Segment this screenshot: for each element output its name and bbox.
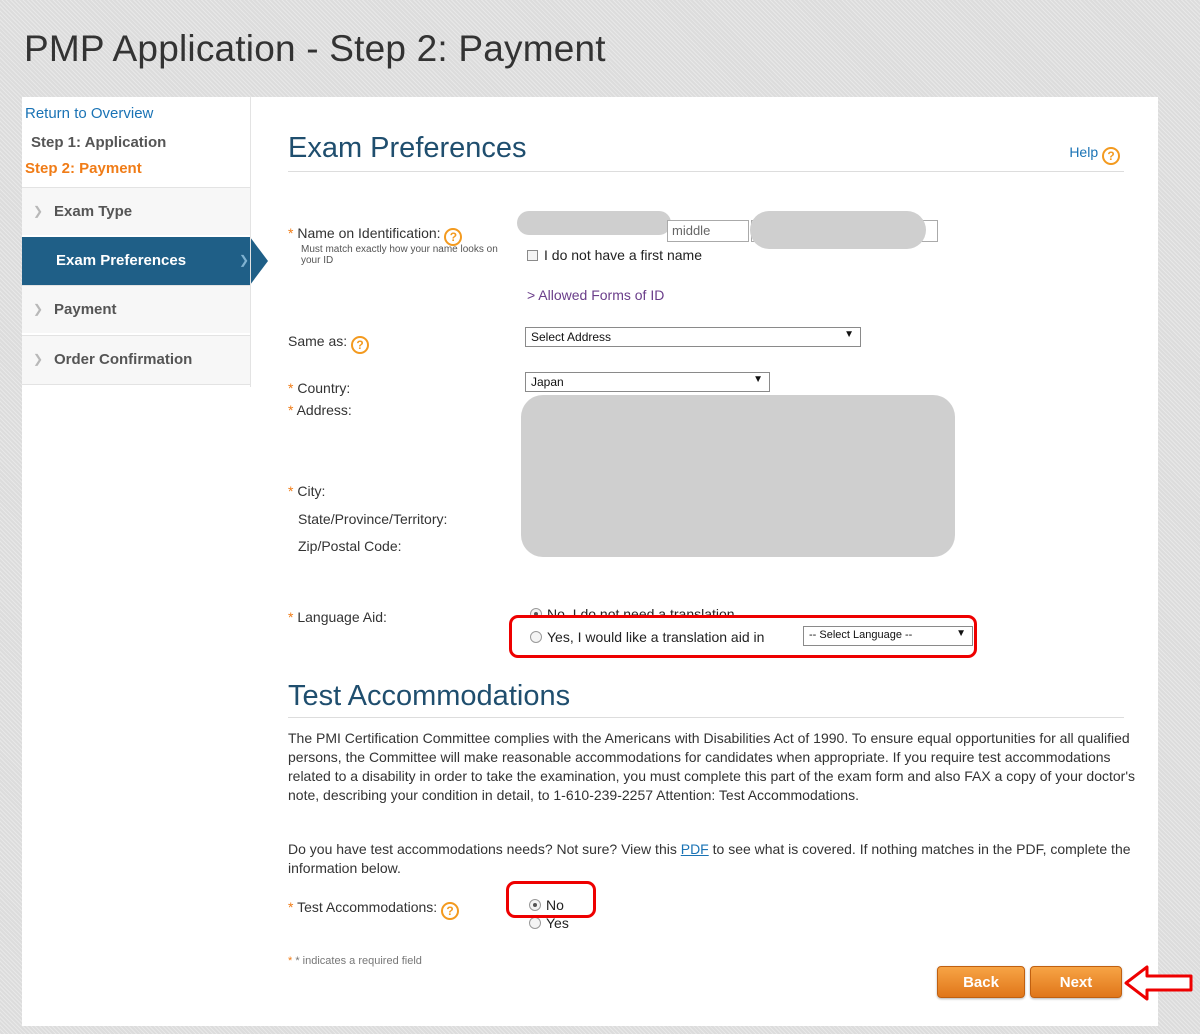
help-label: Help (1069, 144, 1099, 160)
name-note: Must match exactly how your name looks o… (301, 244, 498, 266)
question-icon[interactable]: ? (441, 902, 460, 920)
step-1-link[interactable]: Step 1: Application (31, 134, 166, 151)
sidebar-item-label: Payment (54, 301, 117, 318)
accommodations-question: Do you have test accommodations needs? N… (288, 841, 1131, 876)
help-icon: ? (1102, 147, 1120, 165)
back-button[interactable]: Back (937, 966, 1025, 998)
last-name-redacted (750, 211, 926, 249)
dropdown-arrow-icon: ▼ (753, 374, 763, 385)
sidebar-item-exam-type[interactable]: ❯ Exam Type (22, 187, 250, 235)
address-fields-redacted[interactable] (521, 395, 955, 557)
address-label: * Address: (288, 402, 352, 418)
no-first-name-checkbox[interactable] (527, 250, 538, 261)
section-title-test-accommodations: Test Accommodations (288, 680, 571, 712)
dropdown-arrow-icon: ▼ (844, 329, 854, 340)
sidebar-divider (250, 97, 251, 387)
country-label: * Country: (288, 380, 351, 396)
name-label: * Name on Identification: ? (288, 225, 463, 246)
chevron-right-icon: ❯ (239, 253, 250, 267)
section-divider (288, 717, 1124, 718)
allowed-forms-of-id-link[interactable]: > Allowed Forms of ID (527, 287, 664, 303)
step-2-current: Step 2: Payment (25, 160, 142, 177)
sidebar-item-label: Exam Preferences (56, 252, 187, 269)
pdf-link[interactable]: PDF (681, 841, 709, 857)
sidebar-item-exam-preferences[interactable]: Exam Preferences ❯ (22, 237, 270, 285)
page-title: PMP Application - Step 2: Payment (24, 28, 606, 69)
accommodations-description: The PMI Certification Committee complies… (288, 730, 1135, 803)
section-title-exam-preferences: Exam Preferences (288, 132, 527, 164)
required-field-note: * * indicates a required field (288, 955, 422, 967)
first-name-field-redacted[interactable] (517, 211, 671, 235)
sidebar-item-payment[interactable]: ❯ Payment (22, 285, 250, 333)
same-as-label: Same as: ? (288, 333, 370, 354)
sidebar-item-label: Exam Type (54, 203, 133, 220)
state-label: State/Province/Territory: (298, 511, 448, 527)
return-to-overview-link[interactable]: Return to Overview (25, 105, 153, 122)
arrow-left-annotation-icon (1124, 965, 1193, 1001)
highlight-accommodations-no (506, 881, 596, 918)
sidebar-item-label: Order Confirmation (54, 351, 193, 368)
sidebar-item-order-confirmation[interactable]: ❯ Order Confirmation (22, 335, 250, 385)
city-label: * City: (288, 483, 326, 499)
section-divider (288, 171, 1124, 172)
country-select[interactable]: Japan ▼ (525, 372, 770, 392)
next-button[interactable]: Next (1030, 966, 1122, 998)
help-link[interactable]: Help ? (1069, 144, 1120, 165)
chevron-right-icon: ❯ (33, 352, 44, 366)
question-icon[interactable]: ? (351, 336, 370, 354)
chevron-right-icon: ❯ (33, 204, 44, 218)
highlight-language-aid (509, 615, 977, 658)
chevron-right-icon: ❯ (33, 302, 44, 316)
no-first-name-option[interactable]: I do not have a first name (527, 247, 702, 263)
accommodations-yes-radio[interactable] (529, 917, 541, 929)
main-panel: Return to Overview Step 1: Application S… (22, 97, 1158, 1026)
test-accommodations-label: * Test Accommodations: ? (288, 899, 460, 920)
zip-label: Zip/Postal Code: (298, 538, 402, 554)
middle-name-input[interactable]: middle (667, 220, 749, 242)
same-as-select[interactable]: Select Address ▼ (525, 327, 861, 347)
language-aid-label: * Language Aid: (288, 609, 387, 625)
